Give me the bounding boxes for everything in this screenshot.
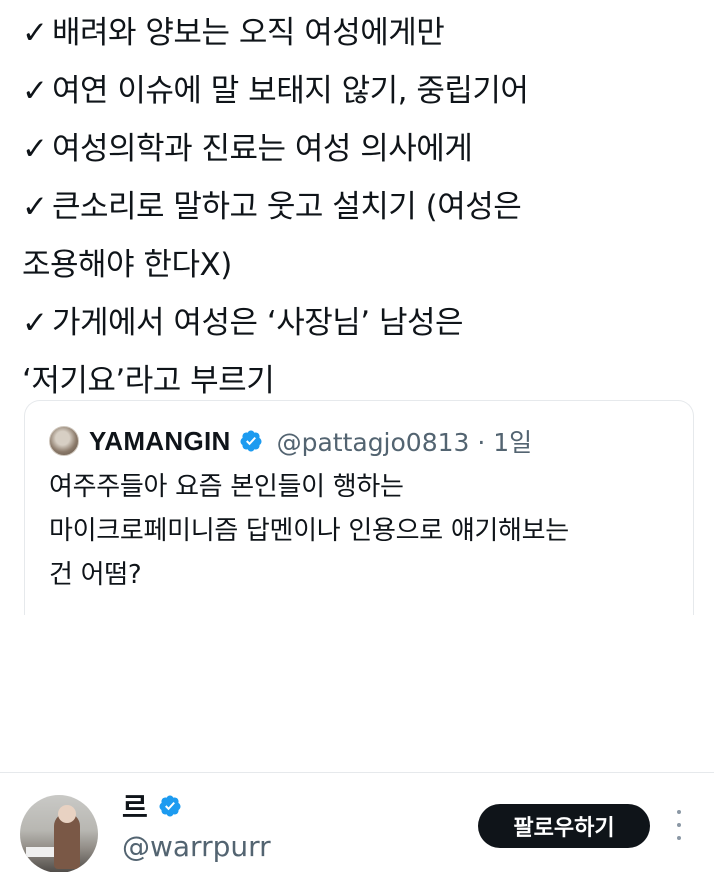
check-mark: ✓ xyxy=(22,15,48,51)
check-mark: ✓ xyxy=(22,73,48,109)
tweet-body: ✓ 배려와 양보는 오직 여성에게만 ✓ 여연 이슈에 말 보태지 않기, 중립기어… xyxy=(22,4,702,410)
tweet-line: ✓ 여연 이슈에 말 보태지 않기, 중립기어 xyxy=(22,62,702,120)
divider xyxy=(0,772,714,773)
follow-button[interactable]: 팔로우하기 xyxy=(478,804,650,848)
author-avatar[interactable] xyxy=(20,795,98,872)
tweet-line-continued: 조용해야 한다X) xyxy=(22,247,232,283)
check-mark: ✓ xyxy=(22,305,48,341)
tweet-line: ✓ 가게에서 여성은 ‘사장님’ 남성은 xyxy=(22,294,702,352)
check-mark: ✓ xyxy=(22,189,48,225)
tweet-line: ✓ 큰소리로 말하고 웃고 설치기 (여성은 xyxy=(22,178,702,236)
quoted-tweet-header: YAMANGIN @pattagjo0813 · 1일 xyxy=(49,423,532,459)
quoted-tweet-card[interactable]: YAMANGIN @pattagjo0813 · 1일 여주주들아 요즘 본인들… xyxy=(24,400,694,615)
quoted-author-name[interactable]: YAMANGIN xyxy=(89,426,231,457)
verified-badge-icon xyxy=(240,430,262,452)
author-name-row[interactable]: 르 xyxy=(122,786,182,826)
tweet-line: ✓ 여성의학과 진료는 여성 의사에게 xyxy=(22,120,702,178)
author-handle[interactable]: @warrpurr xyxy=(122,830,271,863)
tweet-line: ✓ 배려와 양보는 오직 여성에게만 xyxy=(22,4,702,62)
quoted-author-avatar[interactable] xyxy=(49,426,79,456)
verified-badge-icon xyxy=(159,795,181,817)
more-icon[interactable] xyxy=(672,810,686,840)
check-mark: ✓ xyxy=(22,131,48,167)
quoted-tweet-text: 여주주들아 요즘 본인들이 행하는 마이크로페미니즘 답멘이나 인용으로 얘기해… xyxy=(49,472,569,590)
author-name[interactable]: 르 xyxy=(122,786,148,826)
quoted-author-handle[interactable]: @pattagjo0813 · 1일 xyxy=(277,423,533,459)
